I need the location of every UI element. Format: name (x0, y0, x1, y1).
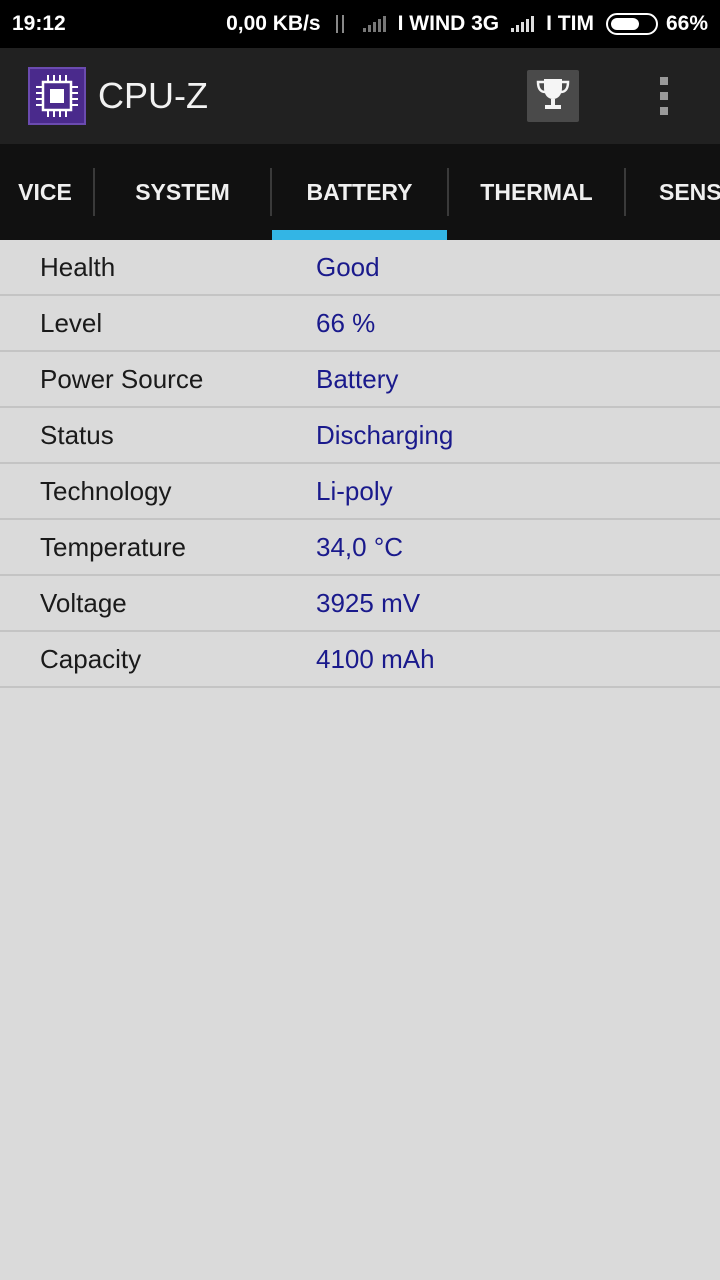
info-row-power-source: Power Source Battery (0, 352, 720, 408)
tab-sensors[interactable]: SENS (626, 144, 720, 240)
tab-label: VICE (18, 178, 72, 205)
app-title: CPU-Z (98, 75, 208, 116)
trophy-icon (533, 74, 573, 119)
active-tab-indicator (272, 230, 447, 240)
row-label: Health (40, 252, 116, 282)
tab-thermal[interactable]: THERMAL (449, 144, 624, 240)
row-label: Status (40, 420, 114, 450)
more-options-button[interactable] (640, 64, 688, 128)
more-vert-icon (660, 77, 668, 85)
tab-battery[interactable]: BATTERY (272, 144, 447, 240)
row-value: 4100 mAh (316, 644, 435, 674)
network-speed: 0,00 KB/s (226, 12, 321, 35)
carrier-1: I WIND 3G (397, 12, 500, 35)
row-label: Power Source (40, 364, 204, 394)
app-bar: CPU-Z (0, 48, 720, 144)
info-row-technology: Technology Li-poly (0, 464, 720, 520)
row-label: Technology (40, 476, 172, 506)
row-label: Level (40, 308, 103, 338)
row-value: Li-poly (316, 476, 393, 506)
data-transfer-icon (329, 13, 351, 35)
row-value: 66 % (316, 308, 376, 338)
row-value: Discharging (316, 420, 454, 450)
carrier-2: I TIM (546, 12, 594, 35)
trophy-button[interactable] (527, 70, 579, 122)
tab-label: SENS (659, 178, 720, 205)
row-label: Voltage (40, 588, 127, 618)
info-row-status: Status Discharging (0, 408, 720, 464)
status-right: 0,00 KB/s I WIND 3G I TIM 66% (226, 12, 708, 36)
cpu-chip-icon (28, 67, 86, 125)
row-value: 3925 mV (316, 588, 421, 618)
signal-icon (362, 16, 386, 32)
battery-percent: 66% (665, 12, 708, 35)
tab-label: SYSTEM (135, 178, 230, 205)
status-time: 19:12 (12, 12, 66, 35)
battery-info-list: Health Good Level 66 % Power Source Batt… (0, 240, 720, 688)
battery-icon (605, 13, 658, 35)
row-value: Battery (316, 364, 399, 394)
info-row-level: Level 66 % (0, 296, 720, 352)
tab-system[interactable]: SYSTEM (95, 144, 270, 240)
info-row-temperature: Temperature 34,0 °C (0, 520, 720, 576)
tab-device[interactable]: VICE (0, 144, 92, 240)
info-row-health: Health Good (0, 240, 720, 296)
row-label: Capacity (40, 644, 142, 674)
info-row-capacity: Capacity 4100 mAh (0, 632, 720, 688)
tab-label: THERMAL (480, 178, 593, 205)
tab-bar: VICE SYSTEM BATTERY THERMAL SENS (0, 144, 720, 240)
row-value: Good (316, 252, 380, 282)
tab-label: BATTERY (306, 178, 413, 205)
signal-icon (511, 16, 535, 32)
row-label: Temperature (40, 532, 186, 562)
status-bar: 19:12 0,00 KB/s I WIND 3G I TIM 66% (0, 0, 720, 48)
info-row-voltage: Voltage 3925 mV (0, 576, 720, 632)
row-value: 34,0 °C (316, 532, 404, 562)
